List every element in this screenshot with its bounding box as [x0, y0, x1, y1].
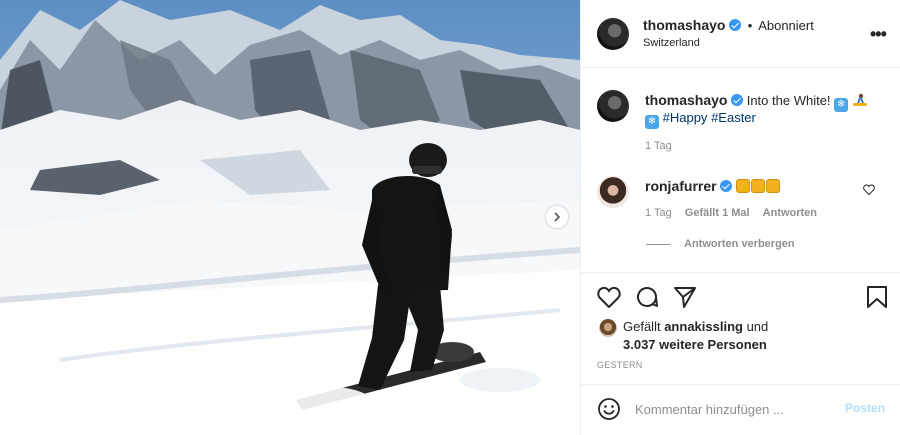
- emoji-button[interactable]: [597, 397, 621, 424]
- likes-summary: Gefällt annakissling und 3.037 weitere P…: [623, 318, 768, 354]
- share-button[interactable]: [673, 285, 697, 312]
- post-header: thomashayo • Abonniert Switzerland •••: [581, 0, 900, 68]
- more-options-icon[interactable]: •••: [870, 24, 887, 45]
- username-link[interactable]: thomashayo: [643, 17, 725, 33]
- likes-prefix: Gefällt: [623, 319, 661, 334]
- like-comment-button[interactable]: [863, 183, 875, 198]
- caption-username[interactable]: thomashayo: [645, 92, 727, 108]
- likes-and: und: [746, 319, 769, 334]
- caption-line-1: thomashayo Into the White! ❄: [645, 92, 868, 112]
- caption-meta: 1 Tag: [645, 140, 682, 152]
- comment-likes-link[interactable]: Gefällt 1 Mal: [685, 207, 750, 219]
- hashtag-link[interactable]: #Easter: [711, 110, 756, 125]
- comment-line: ronjafurrer: [645, 178, 781, 194]
- save-button[interactable]: [866, 285, 888, 312]
- heart-outline-icon: [863, 184, 875, 196]
- verified-badge-icon: [731, 94, 744, 106]
- comment-bubble-icon: [637, 287, 658, 307]
- post-date[interactable]: GESTERN: [597, 360, 643, 370]
- paper-plane-icon: [674, 287, 696, 308]
- raised-hands-icon: [735, 179, 750, 193]
- snowboarder-icon: [852, 93, 867, 106]
- verified-badge-icon: [729, 19, 742, 31]
- separator-dot: •: [747, 18, 753, 33]
- liker-avatar[interactable]: [599, 319, 617, 337]
- comment-button[interactable]: [635, 285, 659, 312]
- next-image-button[interactable]: [546, 206, 568, 228]
- likes-count-link[interactable]: 3.037 weitere Personen: [623, 337, 767, 352]
- comment-avatar[interactable]: [597, 176, 629, 208]
- reply-button[interactable]: Antworten: [763, 207, 817, 219]
- comment-meta: 1 Tag Gefällt 1 Mal Antworten: [645, 207, 827, 219]
- caption-avatar[interactable]: [597, 90, 629, 122]
- caption-time[interactable]: 1 Tag: [645, 140, 672, 152]
- like-button[interactable]: [597, 286, 621, 311]
- comment-username[interactable]: ronjafurrer: [645, 178, 717, 194]
- raised-hands-icon: [765, 179, 780, 193]
- verified-badge-icon: [720, 180, 733, 192]
- post-photo[interactable]: [0, 0, 580, 435]
- caption-text: Into the White!: [746, 93, 831, 108]
- divider: [581, 272, 900, 273]
- comment-time[interactable]: 1 Tag: [645, 207, 672, 219]
- comment-composer: Posten: [581, 384, 900, 435]
- post-image: [0, 0, 580, 435]
- caption-line-2: ❄ #Happy #Easter: [645, 110, 756, 129]
- follow-status-button[interactable]: Abonniert: [758, 18, 814, 33]
- snowflake-icon: ❄: [645, 115, 659, 129]
- snowflake-icon: ❄: [834, 98, 849, 112]
- hashtag-link[interactable]: #Happy: [663, 110, 708, 125]
- heart-outline-icon: [597, 286, 621, 309]
- post-sidebar: thomashayo • Abonniert Switzerland ••• t…: [580, 0, 900, 435]
- bookmark-icon: [867, 286, 887, 308]
- hide-replies-button[interactable]: Antworten verbergen: [646, 238, 795, 250]
- post-comment-button[interactable]: Posten: [845, 401, 885, 415]
- liker-username[interactable]: annakissling: [664, 319, 743, 334]
- smiley-icon: [598, 398, 620, 420]
- location-link[interactable]: Switzerland: [643, 37, 700, 49]
- comment-input[interactable]: [635, 400, 835, 418]
- chevron-right-icon: [554, 212, 561, 222]
- raised-hands-icon: [750, 179, 765, 193]
- avatar[interactable]: [597, 18, 629, 50]
